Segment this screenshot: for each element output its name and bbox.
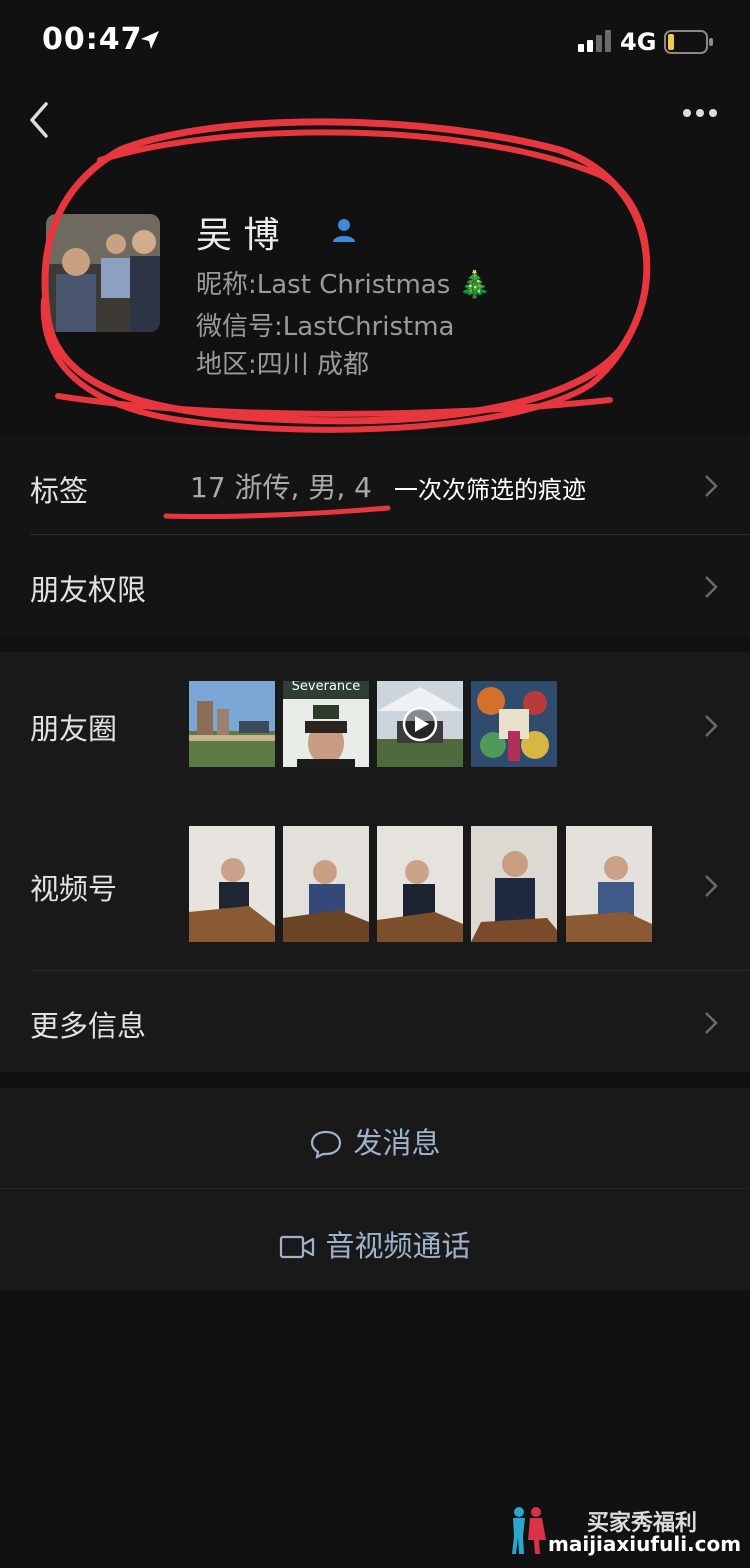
video-camera-icon [280, 1235, 315, 1259]
channels-thumb-3 [377, 826, 463, 942]
channels-row[interactable]: 视频号 [0, 800, 750, 968]
channels-thumb-1 [189, 826, 275, 942]
moments-thumb-caption: Severance [291, 681, 361, 694]
video-call-content: 音视频通话 [0, 1223, 750, 1265]
moments-row[interactable]: 朋友圈 Severance [0, 652, 750, 796]
video-call-button[interactable]: 音视频通话 [0, 1189, 750, 1290]
moments-thumb-stadium [189, 681, 275, 767]
moments-label: 朋友圈 [30, 712, 118, 746]
friend-permissions-label: 朋友权限 [30, 573, 147, 607]
moments-thumb-poster [471, 681, 557, 767]
send-message-button[interactable]: 发消息 [0, 1088, 750, 1188]
moments-thumb-video[interactable] [377, 681, 463, 767]
chevron-right-icon [705, 715, 718, 737]
channels-label: 视频号 [30, 872, 118, 906]
chevron-right-icon [705, 1012, 718, 1034]
more-info-row[interactable]: 更多信息 [0, 971, 750, 1072]
send-message-label: 发消息 [353, 1126, 441, 1160]
more-info-label: 更多信息 [30, 1009, 147, 1043]
chat-bubble-icon [311, 1130, 342, 1159]
moments-thumb-severance: Severance [283, 681, 369, 767]
watermark-url: maijiaxiufuli.com [548, 1532, 742, 1556]
watermark-logo-icon [512, 1507, 546, 1554]
channels-thumb-4 [471, 826, 557, 942]
send-message-content: 发消息 [0, 1120, 750, 1162]
channels-thumb-5 [566, 826, 652, 942]
channels-thumb-2 [283, 826, 369, 942]
chevron-right-icon [705, 576, 718, 598]
video-call-label: 音视频通话 [325, 1229, 471, 1263]
chevron-right-icon [705, 875, 718, 897]
red-annotation-overlay [40, 118, 651, 520]
